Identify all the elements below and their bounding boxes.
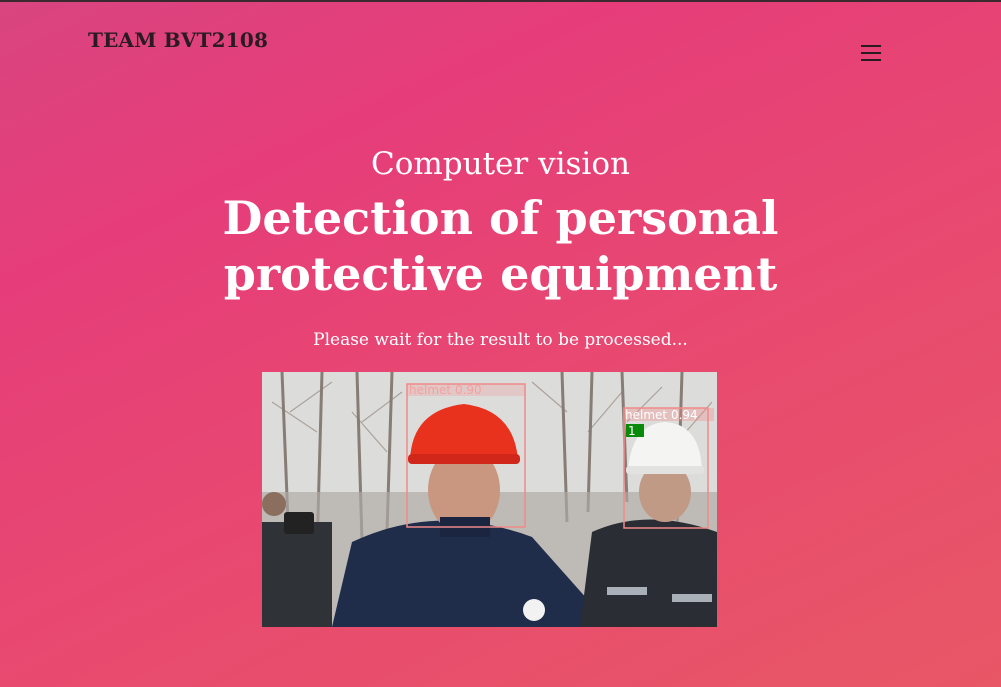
menu-bar: [861, 45, 881, 47]
hamburger-menu-icon[interactable]: [861, 43, 881, 63]
detection-result-image: helmet 0.90 helmet 0.94 1: [262, 372, 717, 627]
processing-status: Please wait for the result to be process…: [313, 330, 688, 350]
hero-subtitle: Computer vision: [371, 146, 630, 182]
brand-logo[interactable]: TEAM BVT2108: [88, 28, 268, 52]
menu-bar: [861, 59, 881, 61]
hero-title-line-1: Detection of personal: [222, 191, 779, 245]
hero-title: Detection of personal protective equipme…: [0, 190, 1001, 302]
detection-label-1: helmet 0.90: [409, 383, 482, 397]
menu-bar: [861, 52, 881, 54]
detection-label-2: helmet 0.94: [625, 408, 698, 422]
track-id-label: 1: [628, 424, 636, 438]
hero-title-line-2: protective equipment: [223, 247, 778, 301]
top-border: [0, 0, 1001, 2]
result-scene: helmet 0.90 helmet 0.94 1: [262, 372, 717, 627]
